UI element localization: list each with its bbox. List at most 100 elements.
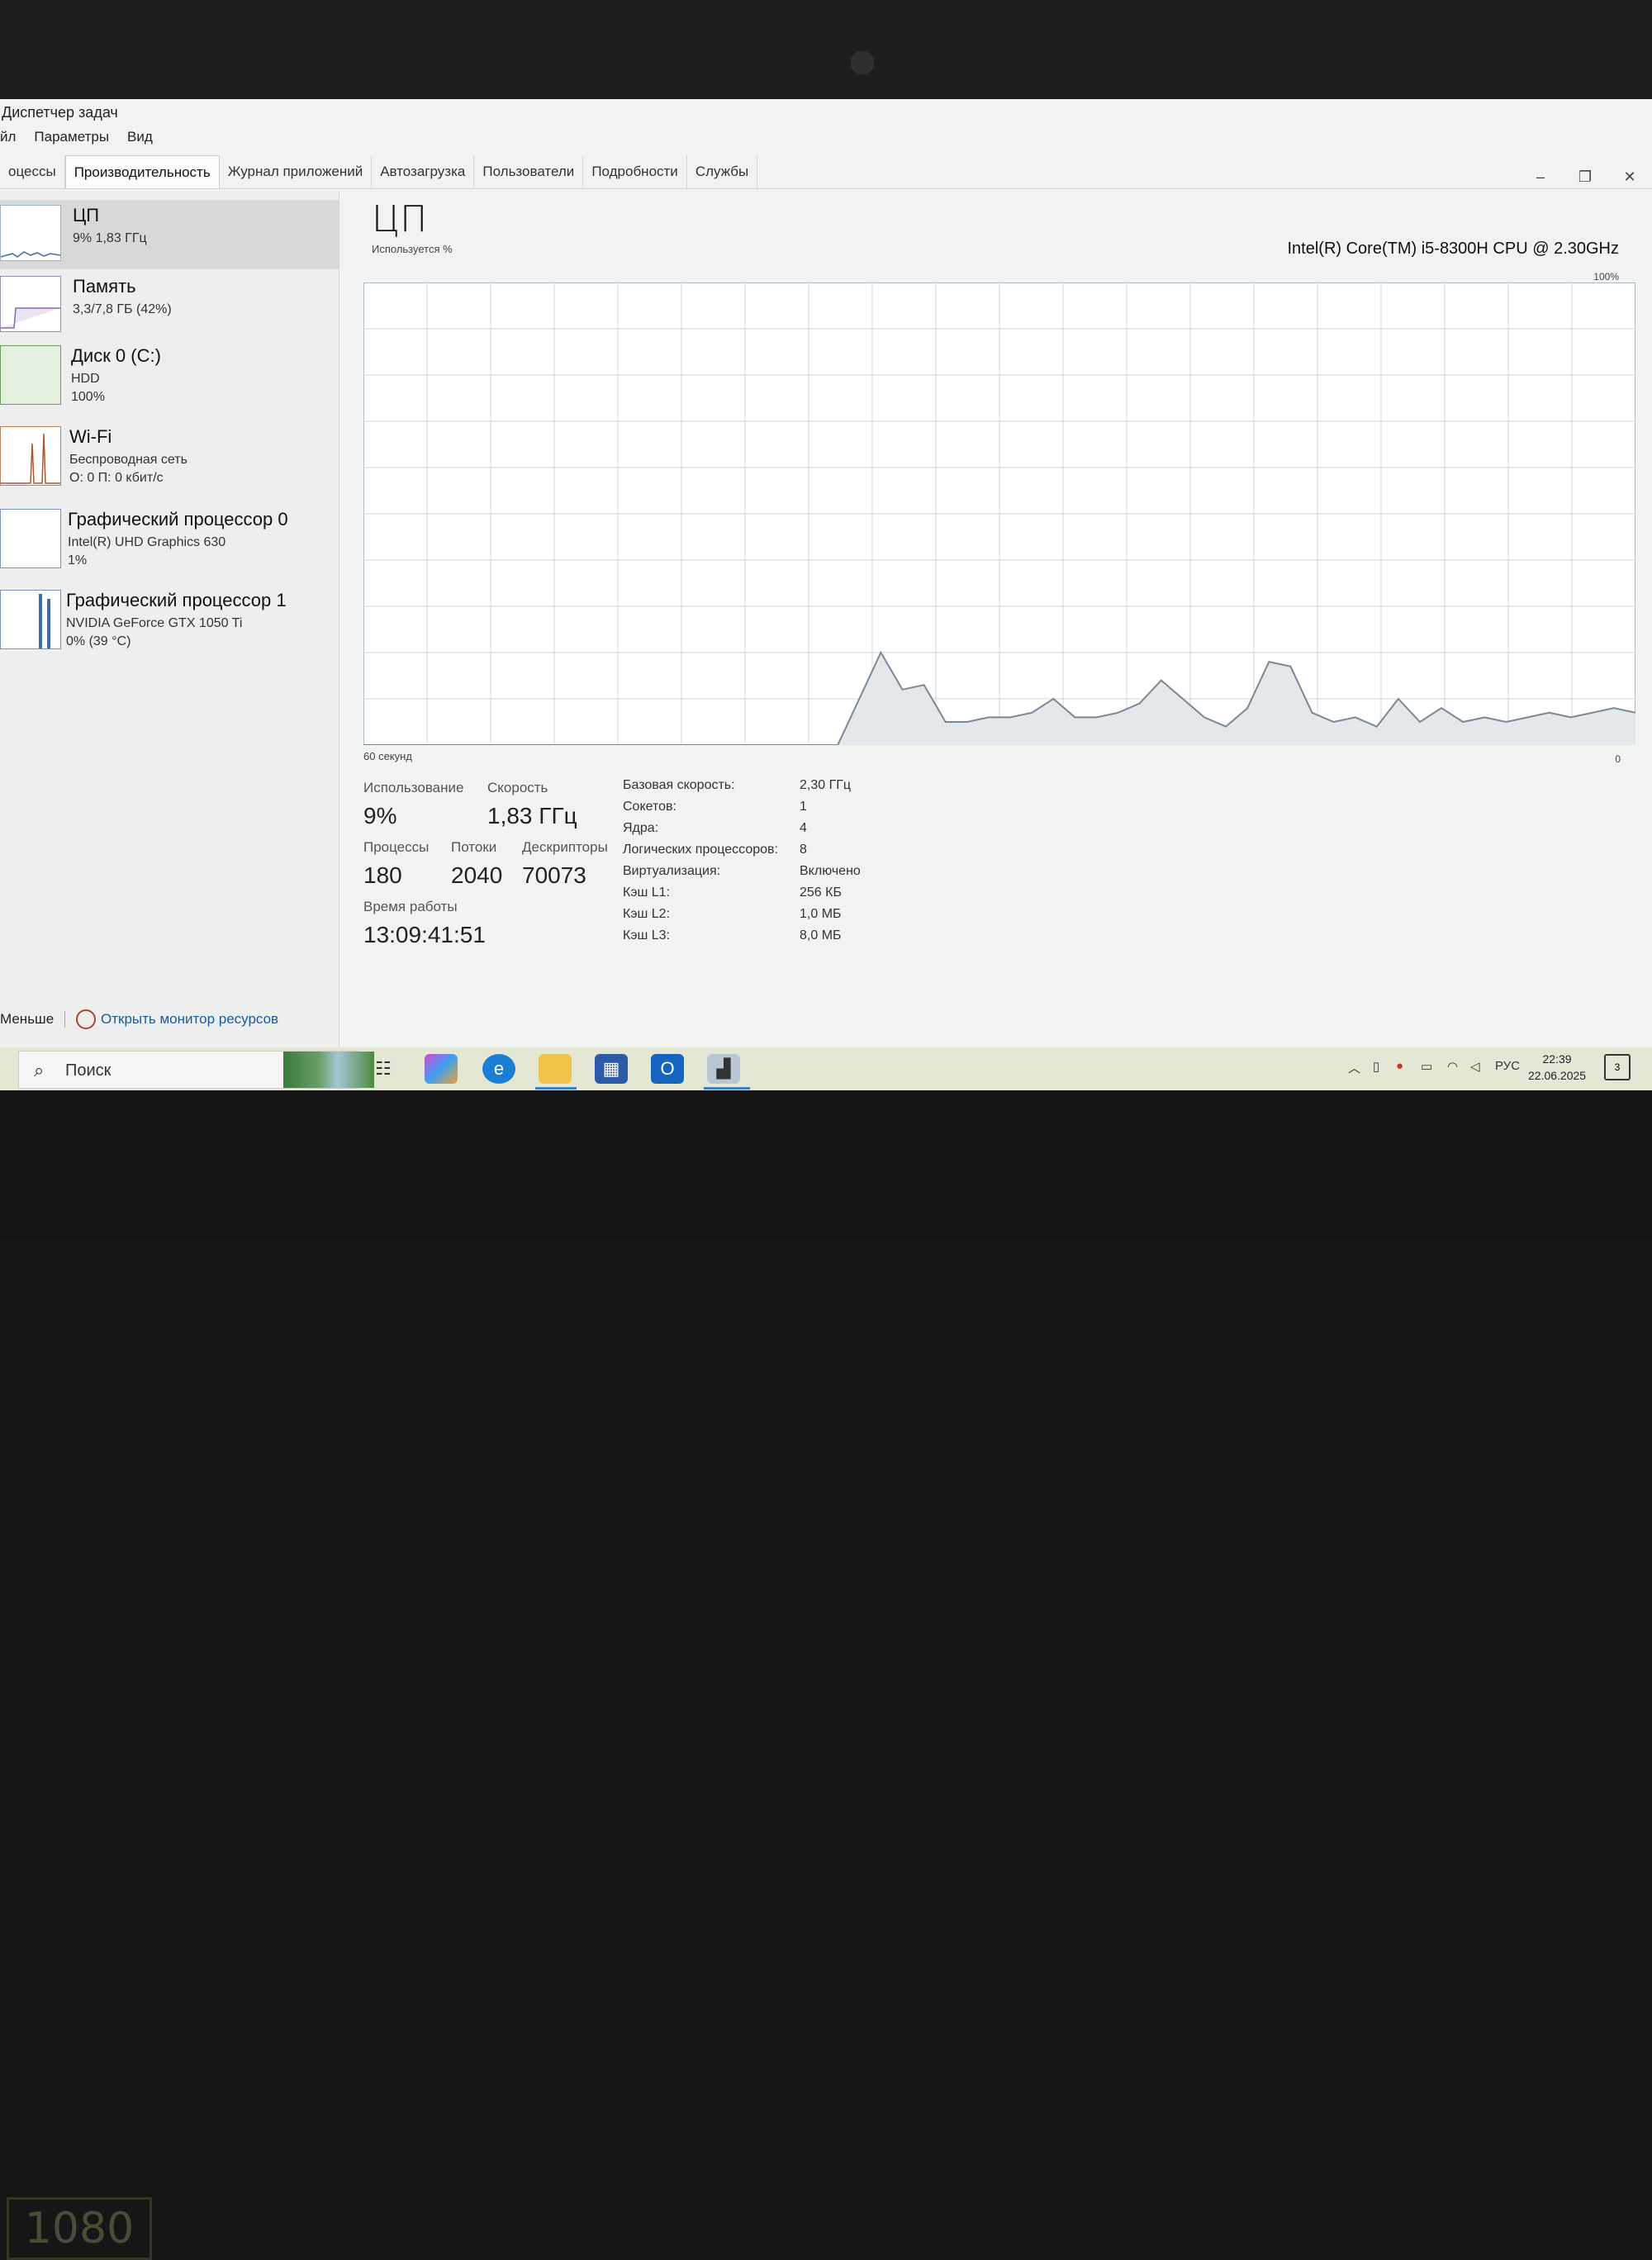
detail-row: Логических процессоров: 8 bbox=[623, 843, 970, 864]
resource-sidebar: ЦП 9% 1,83 ГГц Память 3,3/7,8 ГБ (42%) Д… bbox=[0, 192, 339, 1067]
volume-icon[interactable]: ◁ bbox=[1470, 1059, 1480, 1074]
graph-time-label: 60 секунд bbox=[363, 750, 412, 762]
disk-thumbnail bbox=[0, 345, 61, 405]
wifi-thumbnail bbox=[0, 426, 61, 486]
show-hidden-icons[interactable]: ︿ bbox=[1348, 1059, 1360, 1076]
detail-row: Базовая скорость: 2,30 ГГц bbox=[623, 778, 970, 800]
graph-min-label: 0 bbox=[1615, 753, 1621, 765]
security-icon[interactable]: ● bbox=[1396, 1059, 1403, 1073]
sidebar-item-gpu0[interactable]: Графический процессор 0 Intel(R) UHD Gra… bbox=[0, 504, 339, 583]
tab-services[interactable]: Службы bbox=[687, 155, 758, 188]
resolution-badge: 1080 bbox=[7, 2197, 152, 2260]
laptop-bezel-top bbox=[0, 0, 1652, 99]
clock[interactable]: 22:39 22.06.2025 bbox=[1528, 1051, 1586, 1084]
stat-usage: Использование 9% bbox=[363, 780, 463, 829]
sidebar-item-label: Графический процессор 1 bbox=[66, 590, 287, 610]
sidebar-item-detail: 3,3/7,8 ГБ (42%) bbox=[73, 302, 172, 316]
tab-app-history[interactable]: Журнал приложений bbox=[220, 155, 373, 188]
sidebar-item-detail: 9% 1,83 ГГц bbox=[73, 231, 147, 245]
menu-options[interactable]: Параметры bbox=[34, 129, 109, 150]
stat-threads-label: Потоки bbox=[451, 839, 497, 855]
open-resource-monitor-link[interactable]: Открыть монитор ресурсов bbox=[101, 1011, 278, 1028]
outlook-icon[interactable]: O bbox=[651, 1054, 684, 1084]
battery-icon[interactable]: ▭ bbox=[1421, 1059, 1432, 1074]
search-highlight-image bbox=[283, 1052, 374, 1088]
sidebar-item-detail: NVIDIA GeForce GTX 1050 Ti bbox=[66, 616, 243, 630]
detail-value: 8,0 МБ bbox=[800, 928, 842, 942]
tab-processes[interactable]: оцессы bbox=[0, 155, 65, 188]
tab-performance[interactable]: Производительность bbox=[64, 155, 220, 188]
sidebar-item-detail-2: 1% bbox=[68, 553, 88, 567]
clock-time: 22:39 bbox=[1542, 1052, 1572, 1066]
resource-monitor-icon bbox=[76, 1009, 96, 1029]
active-indicator bbox=[704, 1087, 750, 1090]
copilot-icon[interactable] bbox=[425, 1054, 458, 1084]
notifications-icon[interactable]: 3 bbox=[1604, 1054, 1631, 1080]
sidebar-item-label: Память bbox=[73, 276, 136, 297]
sidebar-item-cpu[interactable]: ЦП 9% 1,83 ГГц bbox=[0, 200, 339, 269]
stat-processes-value: 180 bbox=[363, 862, 402, 888]
tab-users[interactable]: Пользователи bbox=[474, 155, 584, 188]
graph-usage-label: Используется % bbox=[372, 243, 453, 255]
search-input[interactable]: Поиск bbox=[65, 1061, 111, 1080]
gpu1-thumbnail bbox=[0, 590, 61, 649]
tab-details[interactable]: Подробности bbox=[583, 155, 687, 188]
stat-speed-label: Скорость bbox=[487, 780, 548, 795]
app-title: Диспетчер задач bbox=[2, 104, 118, 121]
cpu-details: Базовая скорость: 2,30 ГГц Сокетов: 1 Ядра… bbox=[623, 778, 970, 950]
sidebar-item-gpu1[interactable]: Графический процессор 1 NVIDIA GeForce G… bbox=[0, 585, 339, 664]
graph-grid bbox=[363, 282, 1635, 745]
detail-key: Кэш L2: bbox=[623, 907, 671, 921]
menu-view[interactable]: Вид bbox=[127, 129, 153, 150]
menu-file[interactable]: йл bbox=[0, 129, 16, 150]
store-icon[interactable]: ▦ bbox=[595, 1054, 628, 1084]
stat-threads: Потоки 2040 bbox=[451, 839, 502, 889]
sidebar-item-wifi[interactable]: Wi-Fi Беспроводная сеть О: 0 П: 0 кбит/с bbox=[0, 421, 339, 501]
search-box[interactable]: ⌕ Поиск bbox=[18, 1051, 374, 1089]
active-indicator bbox=[535, 1087, 577, 1090]
detail-value: 4 bbox=[800, 821, 807, 835]
tab-bar: оцессы Производительность Журнал приложе… bbox=[0, 155, 1652, 189]
language-indicator[interactable]: РУС bbox=[1495, 1059, 1520, 1073]
detail-key: Виртуализация: bbox=[623, 864, 721, 878]
detail-value: 2,30 ГГц bbox=[800, 778, 852, 792]
edge-icon[interactable]: e bbox=[482, 1054, 515, 1084]
title-bar: Диспетчер задач bbox=[0, 99, 1652, 124]
stat-uptime: Время работы 13:09:41:51 bbox=[363, 899, 486, 948]
detail-row: Кэш L2: 1,0 МБ bbox=[623, 907, 970, 928]
gpu0-thumbnail bbox=[0, 509, 61, 568]
search-icon: ⌕ bbox=[34, 1060, 45, 1080]
sidebar-item-detail: Intel(R) UHD Graphics 630 bbox=[68, 535, 226, 549]
tab-startup[interactable]: Автозагрузка bbox=[372, 155, 475, 188]
detail-key: Сокетов: bbox=[623, 800, 676, 814]
stat-processes-label: Процессы bbox=[363, 839, 430, 855]
detail-key: Базовая скорость: bbox=[623, 778, 735, 792]
footer: Меньше Открыть монитор ресурсов bbox=[0, 1008, 578, 1033]
cpu-thumbnail bbox=[0, 205, 61, 261]
stat-usage-value: 9% bbox=[363, 803, 397, 829]
cpu-usage-graph bbox=[363, 282, 1635, 745]
sidebar-item-disk[interactable]: Диск 0 (C:) HDD 100% bbox=[0, 340, 339, 420]
file-explorer-icon[interactable] bbox=[539, 1054, 572, 1084]
memory-thumbnail bbox=[0, 276, 61, 332]
task-manager-icon[interactable]: ▟ bbox=[707, 1054, 740, 1084]
wifi-icon[interactable]: ◠ bbox=[1447, 1059, 1458, 1074]
detail-row: Кэш L1: 256 КБ bbox=[623, 885, 970, 907]
detail-value: 1 bbox=[800, 800, 807, 814]
stat-handles-label: Дескрипторы bbox=[522, 839, 608, 855]
detail-row: Виртуализация: Включено bbox=[623, 864, 970, 885]
sidebar-item-detail-2: О: 0 П: 0 кбит/с bbox=[69, 471, 164, 485]
laptop-bezel-bottom: 1080 bbox=[0, 1090, 1652, 2260]
detail-value: Включено bbox=[800, 864, 861, 878]
webcam-icon bbox=[851, 51, 874, 74]
meet-icon[interactable]: ▯ bbox=[1373, 1059, 1379, 1074]
stat-uptime-value: 13:09:41:51 bbox=[363, 922, 486, 947]
sidebar-item-label: Диск 0 (C:) bbox=[71, 345, 161, 366]
task-view-icon[interactable]: ☷ bbox=[367, 1054, 400, 1084]
detail-key: Кэш L1: bbox=[623, 885, 671, 900]
detail-value: 8 bbox=[800, 843, 807, 857]
detail-row: Сокетов: 1 bbox=[623, 800, 970, 821]
fewer-details-button[interactable]: Меньше bbox=[0, 1011, 54, 1028]
cpu-model: Intel(R) Core(TM) i5-8300H CPU @ 2.30GHz bbox=[1287, 240, 1619, 258]
sidebar-item-memory[interactable]: Память 3,3/7,8 ГБ (42%) bbox=[0, 271, 339, 340]
